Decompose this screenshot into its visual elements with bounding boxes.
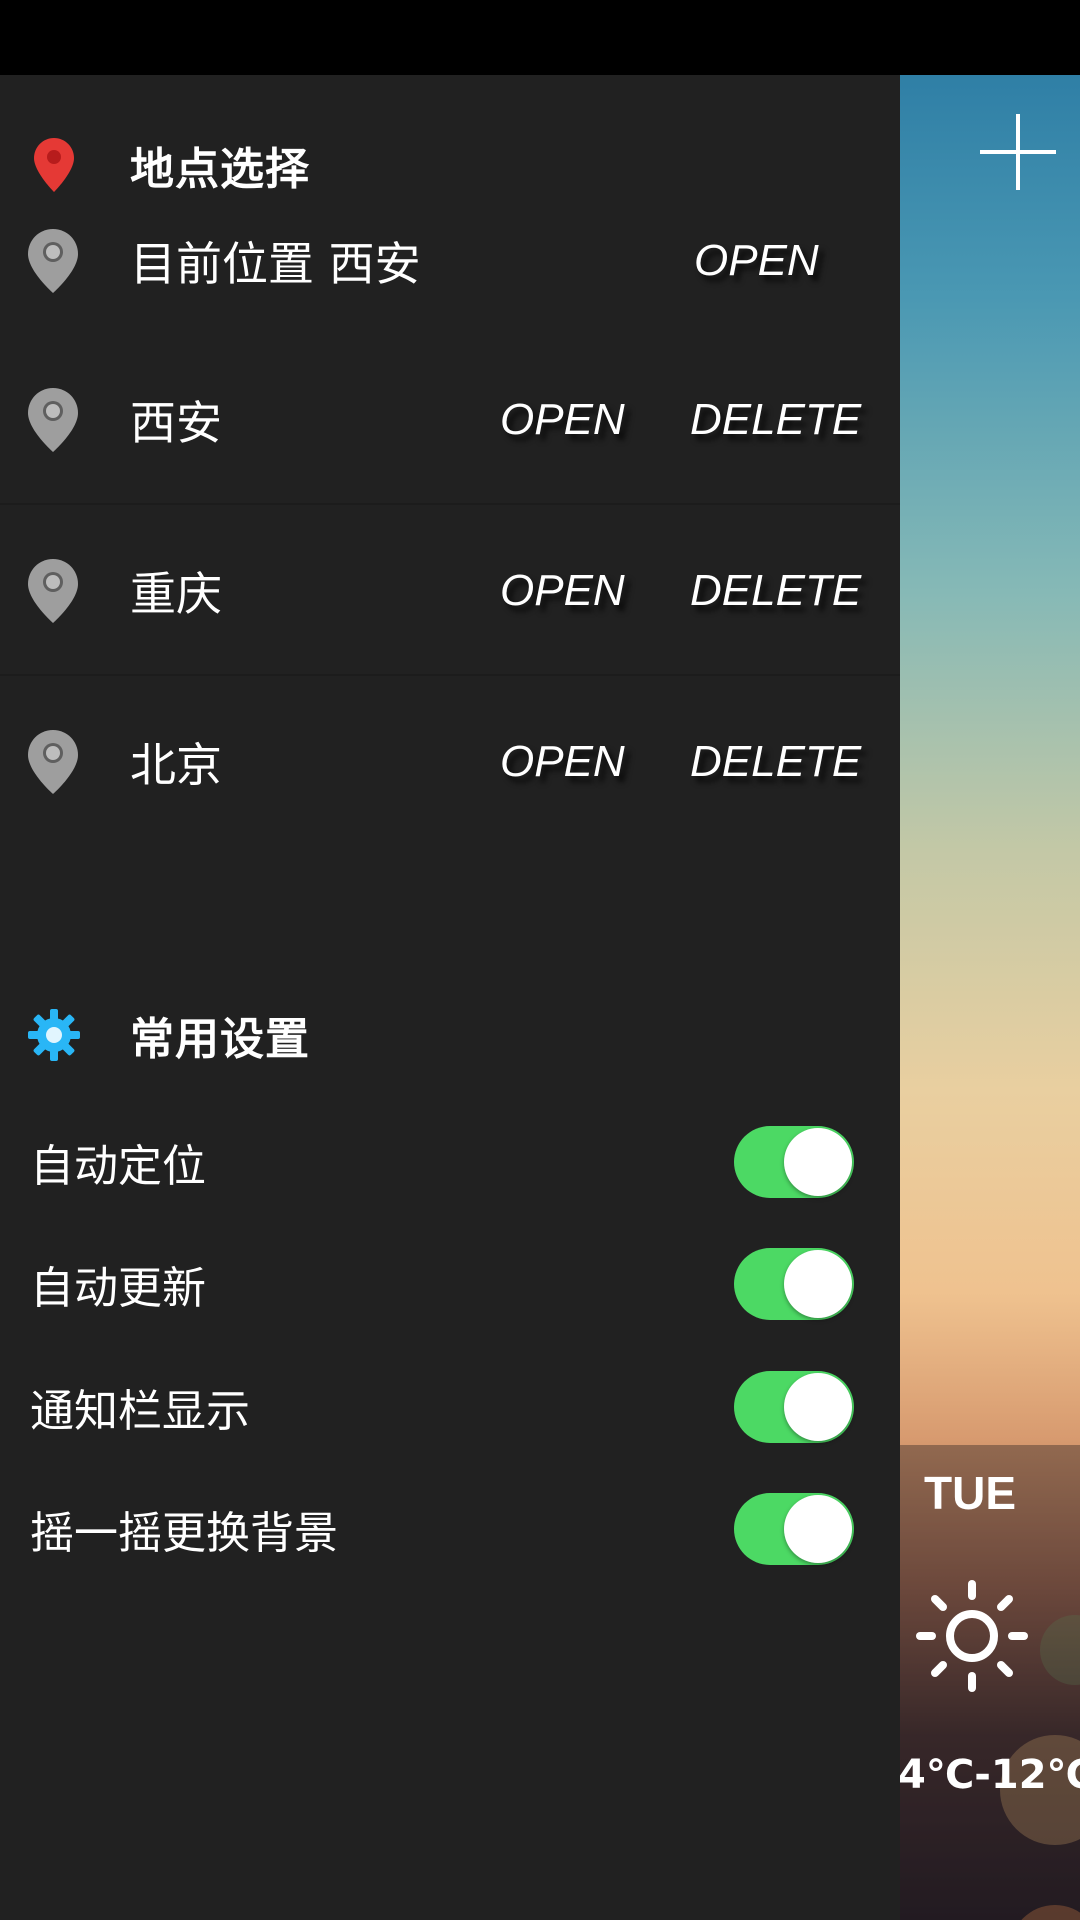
setting-label: 自动定位 bbox=[30, 1141, 206, 1192]
current-location-open-button[interactable]: OPEN bbox=[694, 236, 819, 286]
location-row: 北京 OPEN DELETE bbox=[0, 677, 900, 847]
notification-bar-toggle[interactable] bbox=[734, 1371, 854, 1443]
delete-button[interactable]: DELETE bbox=[690, 737, 861, 787]
plus-icon[interactable] bbox=[980, 114, 1056, 190]
screen: TUE 4℃-12℃ 地点选择 目前位置 西安 OPEN 西安 OPEN DEL… bbox=[0, 0, 1080, 1920]
toggle-knob bbox=[784, 1128, 852, 1196]
status-bar bbox=[0, 0, 1080, 75]
toggle-knob bbox=[784, 1250, 852, 1318]
settings-header: 常用设置 bbox=[0, 990, 900, 1080]
location-row: 西安 OPEN DELETE bbox=[0, 335, 900, 505]
delete-button[interactable]: DELETE bbox=[690, 395, 861, 445]
map-pin-icon bbox=[26, 133, 82, 197]
delete-button[interactable]: DELETE bbox=[690, 566, 861, 616]
map-pin-icon bbox=[28, 388, 78, 452]
toggle-knob bbox=[784, 1373, 852, 1441]
locations-header: 地点选择 bbox=[0, 120, 900, 210]
location-row: 重庆 OPEN DELETE bbox=[0, 506, 900, 676]
current-location-label: 目前位置 西安 bbox=[130, 237, 421, 291]
forecast-day: TUE bbox=[924, 1467, 1016, 1519]
shake-background-toggle[interactable] bbox=[734, 1493, 854, 1565]
location-name: 西安 bbox=[130, 396, 222, 450]
setting-row-notification: 通知栏显示 bbox=[0, 1346, 900, 1468]
setting-row-shake-background: 摇一摇更换背景 bbox=[0, 1468, 900, 1590]
location-name: 重庆 bbox=[130, 567, 222, 621]
settings-title: 常用设置 bbox=[130, 1014, 310, 1065]
sun-icon bbox=[916, 1580, 1028, 1692]
current-location-row: 目前位置 西安 OPEN bbox=[0, 201, 900, 321]
toggle-knob bbox=[784, 1495, 852, 1563]
setting-label: 摇一摇更换背景 bbox=[30, 1508, 338, 1559]
open-button[interactable]: OPEN bbox=[500, 737, 625, 787]
auto-locate-toggle[interactable] bbox=[734, 1126, 854, 1198]
setting-label: 自动更新 bbox=[30, 1263, 206, 1314]
open-button[interactable]: OPEN bbox=[500, 395, 625, 445]
locations-title: 地点选择 bbox=[130, 144, 310, 195]
gear-icon bbox=[26, 1003, 82, 1067]
open-button[interactable]: OPEN bbox=[500, 566, 625, 616]
map-pin-icon bbox=[28, 559, 78, 623]
map-pin-icon bbox=[28, 229, 78, 293]
temperature-range: 4℃-12℃ bbox=[898, 1752, 1080, 1798]
setting-row-auto-update: 自动更新 bbox=[0, 1223, 900, 1345]
setting-label: 通知栏显示 bbox=[30, 1386, 250, 1437]
navigation-drawer: 地点选择 目前位置 西安 OPEN 西安 OPEN DELETE 重庆 OPEN… bbox=[0, 75, 900, 1920]
map-pin-icon bbox=[28, 730, 78, 794]
auto-update-toggle[interactable] bbox=[734, 1248, 854, 1320]
setting-row-auto-locate: 自动定位 bbox=[0, 1101, 900, 1223]
location-name: 北京 bbox=[130, 738, 222, 792]
